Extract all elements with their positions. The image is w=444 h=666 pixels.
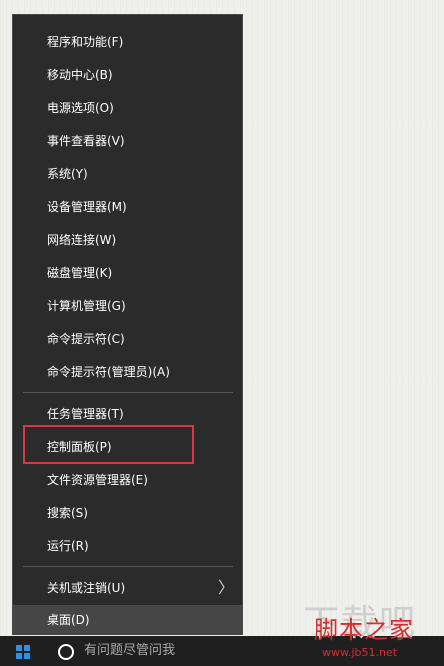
winx-context-menu: 程序和功能(F) 移动中心(B) 电源选项(O) 事件查看器(V) 系统(Y) …	[12, 14, 243, 635]
menu-item-label: 关机或注销(U)	[47, 581, 126, 595]
menu-item-event-viewer[interactable]: 事件查看器(V)	[13, 126, 242, 156]
menu-separator	[23, 566, 233, 567]
cortana-circle-icon[interactable]	[58, 644, 74, 660]
menu-separator	[23, 392, 233, 393]
menu-item-file-explorer[interactable]: 文件资源管理器(E)	[13, 465, 242, 495]
menu-item-mobility-center[interactable]: 移动中心(B)	[13, 60, 242, 90]
menu-item-system[interactable]: 系统(Y)	[13, 159, 242, 189]
menu-item-programs-features[interactable]: 程序和功能(F)	[13, 27, 242, 57]
menu-item-search[interactable]: 搜索(S)	[13, 498, 242, 528]
windows-logo-icon[interactable]	[16, 645, 30, 659]
menu-item-computer-management[interactable]: 计算机管理(G)	[13, 291, 242, 321]
menu-item-command-prompt-admin[interactable]: 命令提示符(管理员)(A)	[13, 357, 242, 387]
taskbar-search-box[interactable]: 有问题尽管问我	[84, 636, 175, 666]
watermark-url: www.jb51.net	[322, 646, 398, 659]
menu-item-device-manager[interactable]: 设备管理器(M)	[13, 192, 242, 222]
menu-item-command-prompt[interactable]: 命令提示符(C)	[13, 324, 242, 354]
menu-item-shutdown-signout[interactable]: 关机或注销(U) 〉	[13, 573, 242, 603]
menu-item-run[interactable]: 运行(R)	[13, 531, 242, 561]
menu-item-power-options[interactable]: 电源选项(O)	[13, 93, 242, 123]
menu-item-desktop[interactable]: 桌面(D)	[13, 605, 242, 635]
menu-item-disk-management[interactable]: 磁盘管理(K)	[13, 258, 242, 288]
control-panel-highlight-annotation	[23, 425, 194, 464]
chevron-right-icon: 〉	[217, 578, 234, 597]
watermark-brand: 脚本之家	[314, 616, 414, 644]
menu-item-network-connections[interactable]: 网络连接(W)	[13, 225, 242, 255]
